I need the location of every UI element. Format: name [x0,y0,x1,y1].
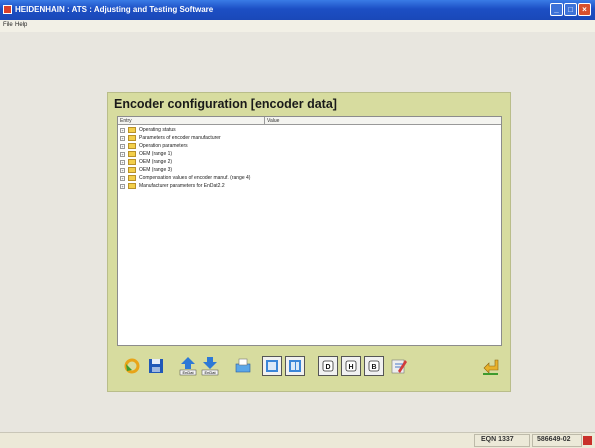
print-icon [235,358,251,373]
binary-format-icon: B [368,360,380,372]
expand-icon[interactable]: + [120,168,125,173]
title-bar: HEIDENHAIN : ATS : Adjusting and Testing… [0,0,595,20]
expand-icon[interactable]: + [120,136,125,141]
download-encoder-icon: EnDat [179,357,197,376]
expand-icon[interactable]: + [120,176,125,181]
print-button[interactable] [233,356,253,376]
menu-help[interactable]: Help [15,22,27,28]
expand-icon[interactable]: + [120,184,125,189]
hex-format-button[interactable]: H [341,356,361,376]
decimal-label: D [325,364,330,371]
tree-item-label: Manufacturer parameters for EnDat2.2 [139,183,225,189]
refresh-button[interactable] [122,356,142,376]
folder-icon [128,127,136,133]
encoder-data-tree[interactable]: Entry Value + Operating status + Paramet… [117,116,502,346]
binary-label: B [371,364,376,371]
status-bar: EQN 1337 586649-02 [0,432,595,448]
decimal-format-button[interactable]: D [318,356,338,376]
dialog-title: Encoder configuration [encoder data] [114,97,337,111]
expand-icon[interactable]: + [120,144,125,149]
edit-values-button[interactable] [389,356,409,376]
back-icon [483,359,499,375]
write-encoder-button[interactable]: EnDat [200,356,220,376]
read-encoder-button[interactable]: EnDat [178,356,198,376]
folder-icon [128,167,136,173]
upload-encoder-icon: EnDat [201,357,219,376]
tree-item-label: Operation parameters [139,143,188,149]
endat-caption: EnDat [182,370,194,375]
expand-icon[interactable]: + [120,152,125,157]
minimize-button[interactable]: _ [550,3,563,16]
maximize-button[interactable]: □ [564,3,577,16]
tree-item-label: Operating status [139,127,176,133]
tree-view-icon [266,360,278,372]
tree-item-label: Compensation values of encoder manuf. (r… [139,175,251,181]
expand-icon[interactable]: + [120,160,125,165]
expand-icon[interactable]: + [120,128,125,133]
heidenhain-logo-icon [583,436,592,445]
app-logo-icon [3,5,12,14]
tree-item-label: OEM (range 1) [139,151,173,157]
encoder-configuration-dialog: Encoder configuration [encoder data] Ent… [107,92,511,392]
window-title: HEIDENHAIN : ATS : Adjusting and Testing… [15,5,214,14]
tree-item-label: OEM (range 2) [139,159,173,165]
tree-item-label: OEM (range 3) [139,167,173,173]
folder-icon [128,143,136,149]
binary-format-button[interactable]: B [364,356,384,376]
list-view-icon [289,360,301,372]
save-button[interactable] [146,356,166,376]
endat-caption: EnDat [204,370,216,375]
hex-label: H [348,364,353,371]
refresh-icon [124,358,140,374]
toolbar: EnDat EnDat D H B [117,349,502,385]
menu-file[interactable]: File [3,22,13,28]
status-id-number: 586649-02 [537,436,571,443]
back-button[interactable] [480,356,500,376]
status-encoder-model: EQN 1337 [481,436,514,443]
column-header-value[interactable]: Value [265,117,501,125]
folder-icon [128,135,136,141]
folder-icon [128,151,136,157]
folder-icon [128,183,136,189]
edit-values-icon [391,359,407,374]
folder-icon [128,175,136,181]
menu-bar: File Help [0,20,595,32]
close-button[interactable]: × [578,3,591,16]
decimal-format-icon: D [322,360,334,372]
tree-item-label: Parameters of encoder manufacturer [139,135,221,141]
hex-format-icon: H [345,360,357,372]
column-header-entry[interactable]: Entry [118,117,265,125]
folder-icon [128,159,136,165]
list-view-button[interactable] [285,356,305,376]
save-icon [149,359,163,373]
tree-view-button[interactable] [262,356,282,376]
